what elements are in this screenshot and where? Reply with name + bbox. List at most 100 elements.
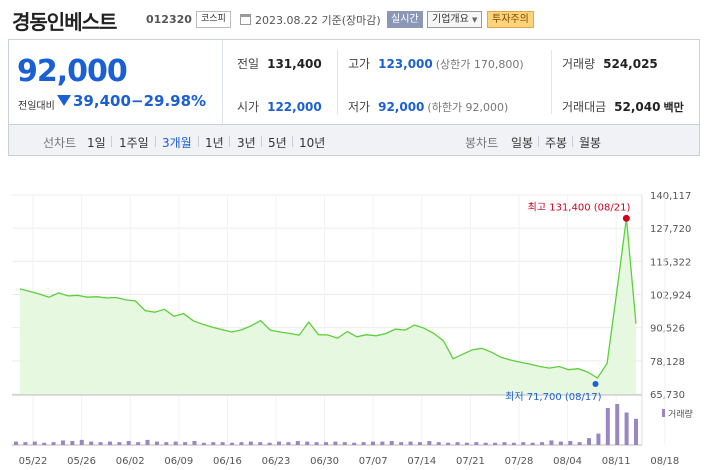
volume-bar <box>117 442 122 445</box>
volume-bar <box>201 442 206 445</box>
y-tick-label: 65,730 <box>650 390 685 401</box>
volume-legend-swatch <box>662 409 665 417</box>
open-value: 122,000 <box>267 100 322 114</box>
price-box: 92,000 전일대비 39,400 −29.98% <box>9 40 223 124</box>
volume-bar <box>79 439 84 445</box>
divider <box>198 136 199 147</box>
price-chart[interactable]: 140,117 127,720 115,322 102,924 90,526 78,128… <box>0 180 708 470</box>
volume-bar <box>126 441 131 445</box>
volume-bar <box>634 418 638 445</box>
volume-bar <box>239 442 244 445</box>
x-tick-label: 07/28 <box>505 456 534 467</box>
volume-bar <box>267 442 272 445</box>
period-1w[interactable]: 1주일 <box>119 134 149 151</box>
dropdown-icon: ▼ <box>472 16 478 24</box>
change-percent: −29.98% <box>131 92 207 110</box>
chart-period-bar: 선차트 1일 1주일 3개월 1년 3년 5년 10년 봉차트 일봉 주봉 월봉 <box>8 125 700 156</box>
calendar-icon <box>240 14 251 25</box>
low-value: 92,000 <box>378 100 425 114</box>
volume-bar <box>615 404 620 445</box>
volume-bar <box>352 442 357 445</box>
volume-label: 거래량 <box>562 57 596 71</box>
volume-bar <box>455 442 460 445</box>
x-tick-label: 08/11 <box>602 456 631 467</box>
volume-bar <box>605 407 610 445</box>
trade-amount-unit: 백만 <box>663 101 684 114</box>
market-badge: 코스피 <box>196 11 231 28</box>
divider <box>229 136 230 147</box>
candle-chart-label: 봉차트 <box>465 136 499 150</box>
volume-bar <box>342 442 347 445</box>
volume-bar <box>70 441 75 445</box>
min-price-marker <box>592 381 599 388</box>
period-10y[interactable]: 10년 <box>299 134 325 151</box>
period-1y[interactable]: 1년 <box>205 134 224 151</box>
volume-bar <box>154 441 159 445</box>
candle-monthly[interactable]: 월봉 <box>579 134 601 151</box>
volume-bar <box>136 442 141 445</box>
x-tick-label: 06/09 <box>164 456 193 467</box>
volume-bar <box>164 442 169 445</box>
divider <box>538 136 539 147</box>
volume-bar <box>51 442 56 445</box>
period-1d[interactable]: 1일 <box>87 134 106 151</box>
volume-value: 524,025 <box>603 57 658 71</box>
volume-bar <box>286 442 291 445</box>
period-5y[interactable]: 5년 <box>268 134 287 151</box>
y-tick-label: 127,720 <box>650 224 691 235</box>
volume-bar <box>417 442 422 445</box>
candle-daily[interactable]: 일봉 <box>511 134 533 151</box>
high-label: 고가 <box>348 57 371 71</box>
volume-bar <box>324 442 328 445</box>
volume-bar <box>370 441 375 445</box>
company-overview-button[interactable]: 기업개요 ▼ <box>427 11 483 28</box>
x-tick-label: 06/23 <box>262 456 291 467</box>
open-label: 시가 <box>237 100 260 114</box>
volume-bar <box>446 442 451 445</box>
down-arrow-icon <box>57 95 71 106</box>
volume-bar <box>277 441 282 445</box>
low-label: 저가 <box>348 100 371 114</box>
high-stat: 고가 123,000 (상한가 170,800) <box>348 55 524 72</box>
period-3m[interactable]: 3개월 <box>162 134 192 151</box>
y-tick-label: 102,924 <box>650 291 691 302</box>
volume-bar <box>145 439 150 445</box>
trade-amount-label: 거래대금 <box>562 100 607 114</box>
divider <box>337 50 338 114</box>
volume-bar <box>427 441 432 445</box>
x-tick-label: 05/26 <box>67 456 96 467</box>
volume-bar <box>295 441 300 445</box>
volume-bar <box>596 433 601 445</box>
volume-bar <box>577 442 582 445</box>
x-tick-label: 07/21 <box>456 456 485 467</box>
volume-bar <box>483 442 488 445</box>
y-tick-label: 140,117 <box>650 191 691 202</box>
prev-close-label: 전일 <box>237 57 260 71</box>
volume-bar <box>248 441 253 445</box>
volume-bar <box>380 441 385 445</box>
reference-date: 2023.08.22 기준(장마감) <box>255 14 381 27</box>
max-price-label: 최고 131,400 (08/21) <box>528 201 631 213</box>
x-tick-label: 08/04 <box>553 456 582 467</box>
volume-legend-label: 거래량 <box>668 408 693 420</box>
low-stat: 저가 92,000 (하한가 92,000) <box>348 98 508 115</box>
divider <box>155 136 156 147</box>
volume-bar <box>530 442 535 445</box>
divider <box>261 136 262 147</box>
current-price: 92,000 <box>17 54 128 89</box>
investment-caution-badge[interactable]: 투자주의 <box>487 11 534 28</box>
x-tick-label: 08/18 <box>650 456 679 467</box>
volume-bar <box>540 442 545 445</box>
volume-bar <box>361 442 366 445</box>
period-3y[interactable]: 3년 <box>237 134 256 151</box>
volume-bar <box>183 442 188 445</box>
y-tick-label: 90,526 <box>650 324 685 335</box>
x-tick-label: 06/16 <box>213 456 242 467</box>
realtime-button[interactable]: 실시간 <box>387 11 423 28</box>
volume-bar <box>211 442 216 445</box>
volume-bar <box>389 441 394 445</box>
volume-bar <box>549 440 554 445</box>
volume-bar <box>32 441 37 445</box>
candle-weekly[interactable]: 주봉 <box>545 134 567 151</box>
divider <box>551 50 552 114</box>
